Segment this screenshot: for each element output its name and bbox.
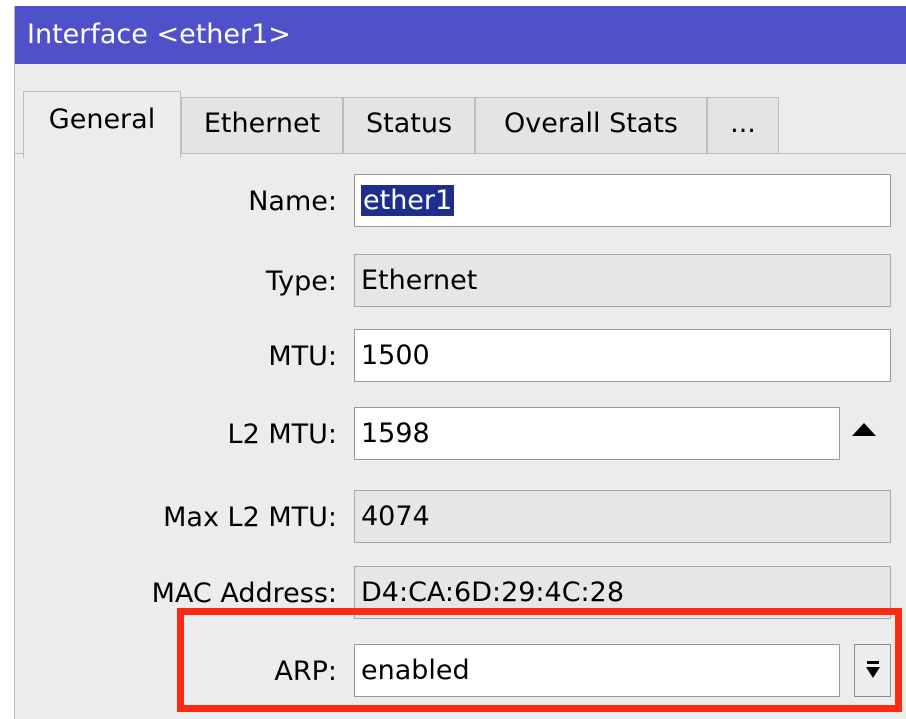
name-input[interactable]: ether1	[354, 174, 891, 227]
tab-more[interactable]: ...	[707, 97, 779, 153]
type-label: Type:	[265, 266, 337, 297]
tab-general[interactable]: General	[23, 91, 181, 158]
window-title: Interface <ether1>	[15, 6, 906, 64]
max-l2mtu-field: 4074	[354, 490, 891, 543]
type-field: Ethernet	[354, 254, 891, 307]
name-value: ether1	[361, 185, 455, 216]
max-l2mtu-label: Max L2 MTU:	[163, 502, 337, 533]
type-row: Type: Ethernet	[15, 252, 906, 312]
l2mtu-input[interactable]: 1598	[354, 407, 840, 460]
l2mtu-row: L2 MTU: 1598	[15, 405, 906, 465]
mtu-row: MTU: 1500	[15, 327, 906, 387]
tab-ethernet[interactable]: Ethernet	[181, 97, 343, 153]
collapse-arrow-icon[interactable]	[852, 423, 876, 436]
tab-status[interactable]: Status	[343, 97, 475, 153]
tab-overall-stats[interactable]: Overall Stats	[475, 97, 707, 153]
name-row: Name: ether1	[15, 172, 906, 232]
name-label: Name:	[248, 186, 337, 217]
mtu-label: MTU:	[268, 341, 337, 372]
l2mtu-label: L2 MTU:	[227, 419, 337, 450]
arp-highlight-box	[177, 608, 902, 712]
tab-bar: General Ethernet Status Overall Stats ..…	[15, 64, 906, 158]
mtu-input[interactable]: 1500	[354, 329, 891, 382]
max-l2mtu-row: Max L2 MTU: 4074	[15, 488, 906, 548]
